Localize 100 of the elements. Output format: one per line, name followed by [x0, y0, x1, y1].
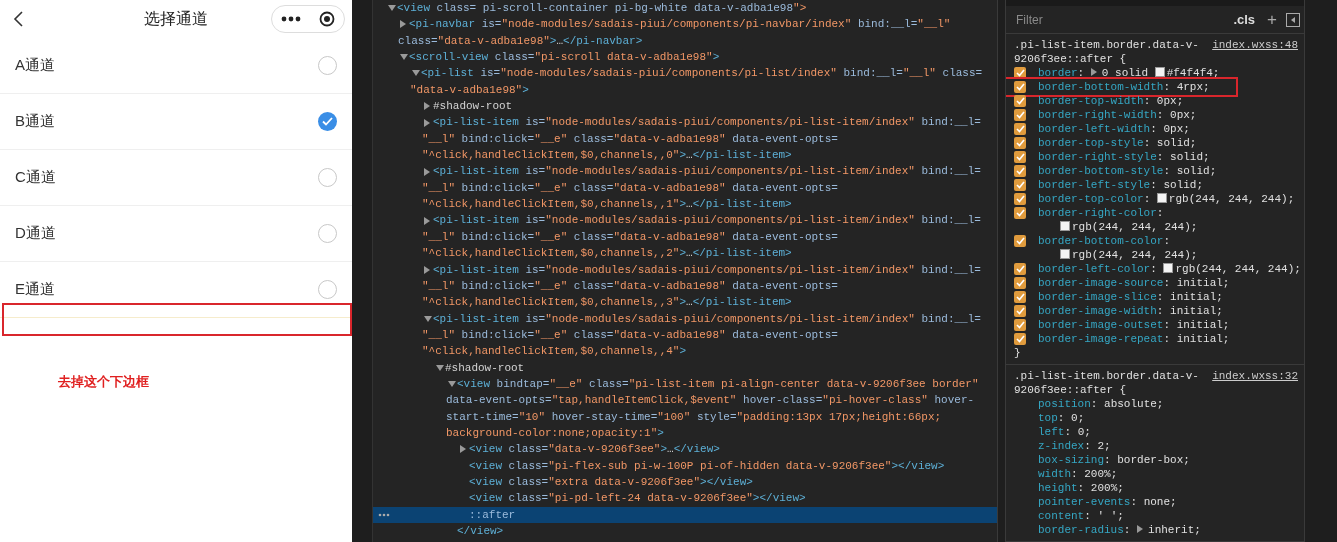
disclosure-triangle-icon[interactable]	[424, 265, 430, 274]
property-value[interactable]: solid;	[1176, 165, 1217, 177]
expand-triangle-icon[interactable]	[1090, 68, 1097, 76]
node-code-text[interactable]: data-event-opts="tap,handleItemClick,$event" hover-class="pi-hover-class" hover-	[446, 392, 975, 409]
node-code-text[interactable]: "^click,handleClickItem,$0,channels,,4">	[422, 343, 687, 360]
color-swatch[interactable]	[1060, 249, 1070, 259]
property-checkbox[interactable]	[1014, 95, 1026, 107]
property-value[interactable]: ' ';	[1097, 510, 1124, 522]
disclosure-triangle-icon[interactable]	[400, 54, 408, 61]
property-name[interactable]: border-image-outset	[1038, 319, 1164, 331]
node-code-text[interactable]: <pi-list is="node-modules/sadais-piui/components/pi-list/index" bind:__l="__l" class=	[421, 65, 983, 82]
node-code-text[interactable]: background-color:none;opacity:1">	[446, 424, 664, 442]
node-code-text[interactable]: "__l" bind:click="__e" class="data-v-adba1e98" data-event-opts=	[422, 130, 838, 148]
close-target-icon[interactable]	[319, 11, 335, 27]
property-value[interactable]: none;	[1143, 496, 1177, 508]
property-name[interactable]: box-sizing	[1038, 454, 1104, 466]
node-code-text[interactable]: <view class="pi-pd-left-24 data-v-9206f3ee"></view>	[469, 490, 806, 507]
add-rule-button[interactable]: +	[1264, 6, 1280, 33]
more-icon[interactable]	[281, 16, 301, 22]
property-checkbox[interactable]	[1014, 333, 1026, 345]
node-code-text[interactable]: "__l" bind:click="__e" class="data-v-adba1e98" data-event-opts=	[422, 326, 838, 344]
property-value[interactable]: initial;	[1176, 277, 1230, 289]
property-name[interactable]: border-top-width	[1038, 95, 1144, 107]
property-value[interactable]: rgb(244, 244, 244);	[1175, 263, 1301, 275]
property-checkbox[interactable]	[1014, 235, 1026, 247]
property-value[interactable]: 0 solid	[1101, 67, 1149, 79]
disclosure-triangle-icon[interactable]	[388, 5, 396, 12]
property-value[interactable]: 0;	[1071, 412, 1085, 424]
disclosure-triangle-icon[interactable]	[436, 364, 444, 371]
node-code-text[interactable]: <view bindtap="__e" class="pi-list-item pi-align-center data-v-9206f3ee border"	[457, 375, 979, 393]
property-name[interactable]: border-image-repeat	[1038, 333, 1164, 345]
disclosure-triangle-icon[interactable]	[460, 445, 466, 454]
property-value[interactable]: #f4f4f4;	[1166, 67, 1220, 79]
property-value[interactable]: solid;	[1156, 137, 1197, 149]
property-name[interactable]: border-radius	[1038, 524, 1124, 536]
property-value[interactable]: 200%;	[1090, 482, 1124, 494]
back-icon[interactable]	[13, 11, 25, 27]
property-name[interactable]: border-left-color	[1038, 263, 1151, 275]
node-code-text[interactable]: <pi-list-item is="node-modules/sadais-piui/components/pi-list-item/index" bind:__l=	[433, 261, 981, 278]
property-value[interactable]: 2;	[1097, 440, 1111, 452]
property-name[interactable]: position	[1038, 398, 1091, 410]
node-code-text[interactable]: <view class="extra data-v-9206f3ee"></view>	[469, 473, 753, 491]
property-value[interactable]: border-box;	[1117, 454, 1190, 466]
property-name[interactable]: border	[1038, 67, 1078, 79]
node-code-text[interactable]: <pi-list-item is="node-modules/sadais-piui/components/pi-list-item/index" bind:__l=	[433, 163, 981, 180]
property-checkbox[interactable]	[1014, 151, 1026, 163]
property-value[interactable]: inherit;	[1148, 524, 1201, 536]
property-checkbox[interactable]	[1014, 179, 1026, 191]
property-checkbox[interactable]	[1014, 263, 1026, 275]
radio-button[interactable]	[318, 112, 337, 131]
property-value[interactable]: rgb(244, 244, 244);	[1072, 249, 1198, 261]
property-value[interactable]: 4rpx;	[1176, 81, 1210, 93]
property-name[interactable]: border-top-color	[1038, 193, 1144, 205]
source-link[interactable]: index.wxss:48	[1212, 38, 1298, 52]
property-checkbox[interactable]	[1014, 207, 1026, 219]
property-value[interactable]: 0px;	[1170, 109, 1197, 121]
property-name[interactable]: height	[1038, 482, 1078, 494]
color-swatch[interactable]	[1156, 193, 1167, 203]
property-checkbox[interactable]	[1014, 137, 1026, 149]
property-checkbox[interactable]	[1014, 193, 1026, 205]
node-code-text[interactable]: <scroll-view class="pi-scroll data-v-adba1e98">	[409, 49, 720, 66]
property-checkbox[interactable]	[1014, 81, 1026, 93]
node-code-text[interactable]: #shadow-root	[433, 98, 513, 115]
property-value[interactable]: initial;	[1176, 319, 1230, 331]
property-name[interactable]: border-bottom-width	[1038, 81, 1164, 93]
sidebar-toggle-icon[interactable]	[1286, 12, 1300, 27]
property-checkbox[interactable]	[1014, 165, 1026, 177]
property-value[interactable]: rgb(244, 244, 244);	[1072, 221, 1198, 233]
property-name[interactable]: width	[1038, 468, 1071, 480]
property-name[interactable]: border-bottom-style	[1038, 165, 1164, 177]
node-code-text[interactable]: "^click,handleClickItem,$0,channels,,3">…</pi-list-item>	[422, 294, 792, 311]
property-checkbox[interactable]	[1014, 305, 1026, 317]
property-name[interactable]: border-bottom-color	[1038, 235, 1164, 247]
node-code-text[interactable]: "^click,handleClickItem,$0,channels,,1">…</pi-list-item>	[422, 196, 792, 213]
channel-item[interactable]: B通道	[0, 94, 352, 150]
disclosure-triangle-icon[interactable]	[448, 381, 456, 387]
disclosure-triangle-icon[interactable]	[424, 315, 432, 322]
property-checkbox[interactable]	[1014, 109, 1026, 121]
property-value[interactable]: 0;	[1077, 426, 1091, 438]
property-value[interactable]: initial;	[1170, 291, 1223, 303]
color-swatch[interactable]	[1060, 221, 1070, 231]
node-code-text[interactable]: "^click,handleClickItem,$0,channels,,2">…</pi-list-item>	[422, 245, 792, 262]
node-code-text[interactable]: start-time="10" hover-stay-time="100" style="padding:13px 17px;height:66px;	[446, 408, 942, 425]
property-checkbox[interactable]	[1014, 319, 1026, 331]
expand-triangle-icon[interactable]	[1137, 525, 1144, 533]
property-value[interactable]: absolute;	[1104, 398, 1164, 410]
property-name[interactable]: top	[1038, 412, 1058, 424]
property-checkbox[interactable]	[1014, 277, 1026, 289]
ellipsis-icon[interactable]	[378, 512, 390, 517]
property-value[interactable]: 0px;	[1156, 95, 1184, 107]
node-code-text[interactable]: <pi-list-item is="node-modules/sadais-piui/components/pi-list-item/index" bind:__l=	[433, 212, 981, 229]
color-swatch[interactable]	[1163, 263, 1174, 273]
node-code-text[interactable]: "__l" bind:click="__e" class="data-v-adba1e98" data-event-opts=	[422, 228, 838, 246]
property-value[interactable]: solid;	[1170, 151, 1210, 163]
property-name[interactable]: content	[1038, 510, 1085, 522]
node-code-text[interactable]: "__l" bind:click="__e" class="data-v-adba1e98" data-event-opts=	[422, 277, 838, 295]
property-name[interactable]: border-image-slice	[1038, 291, 1157, 303]
property-name[interactable]: pointer-events	[1038, 496, 1131, 508]
source-link[interactable]: index.wxss:32	[1212, 369, 1298, 383]
disclosure-triangle-icon[interactable]	[424, 216, 430, 225]
